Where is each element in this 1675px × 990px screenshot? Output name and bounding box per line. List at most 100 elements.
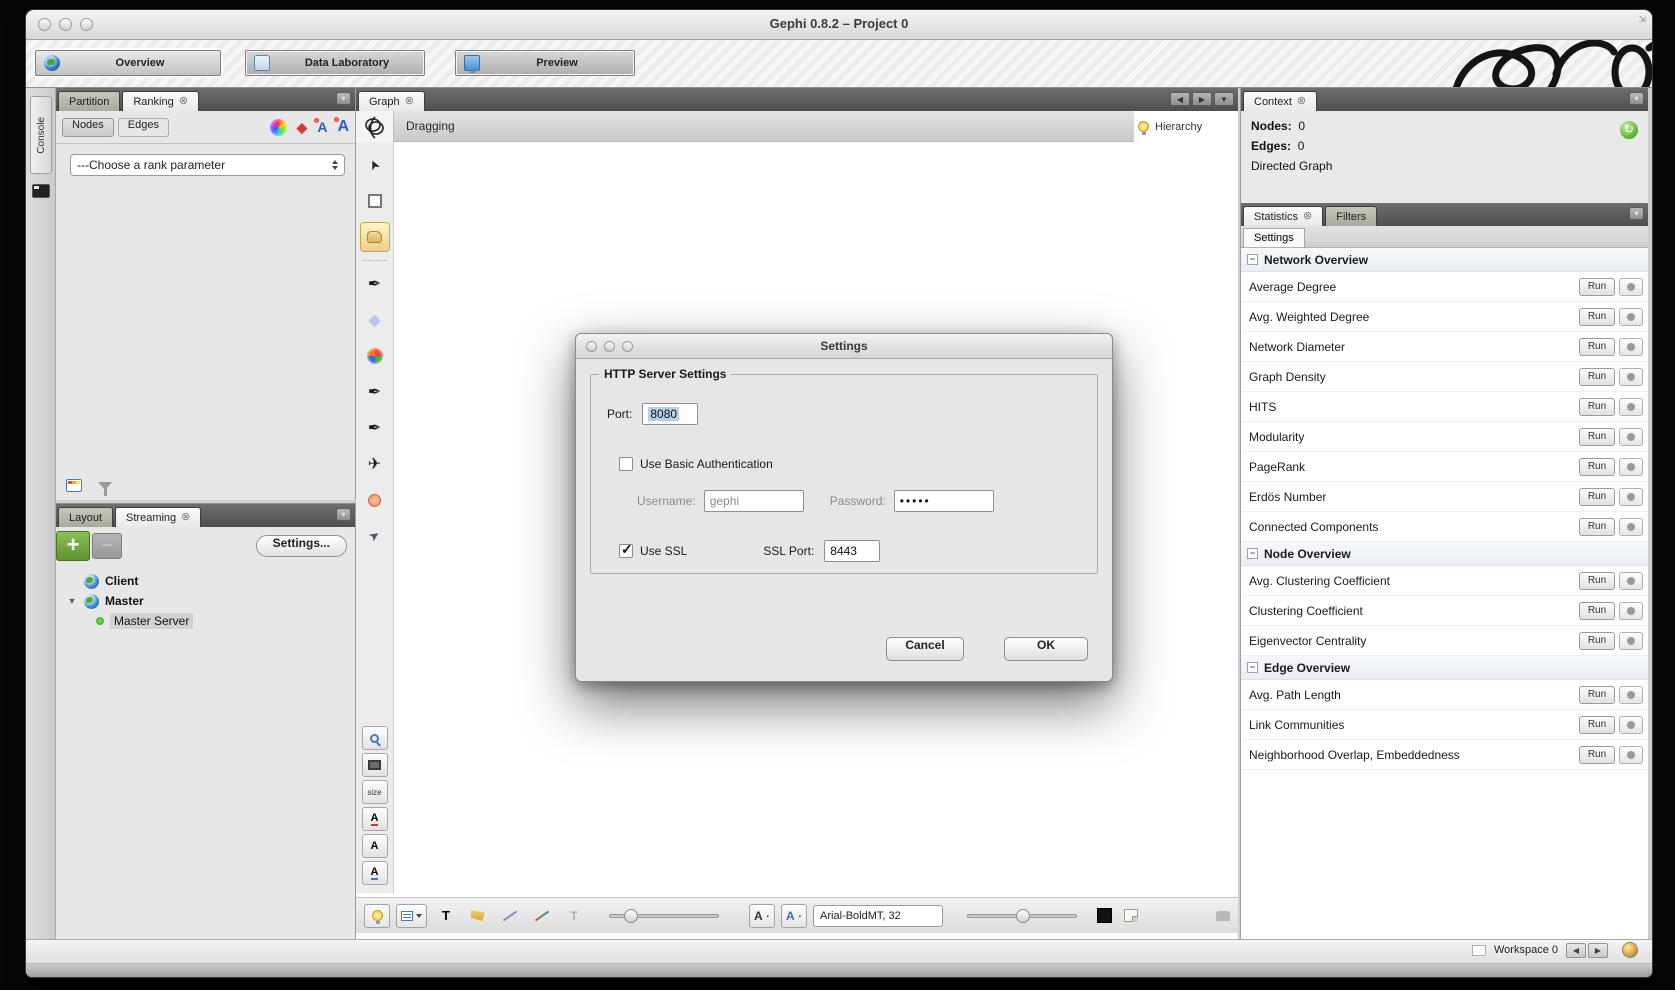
label-size-mode-button[interactable]: A — [362, 834, 388, 858]
brush-tool-button[interactable]: ✒ — [360, 413, 390, 443]
color-wheel-icon[interactable] — [270, 119, 287, 136]
tab-context[interactable]: Context ⊗ — [1243, 91, 1317, 111]
stat-info-button[interactable] — [1619, 488, 1643, 506]
run-button[interactable]: Run — [1579, 428, 1615, 446]
font-field[interactable]: Arial-BoldMT, 32 — [813, 905, 943, 927]
label-size-icon[interactable]: A — [337, 119, 349, 135]
minimize-panel-icon[interactable]: ▾ — [336, 508, 351, 521]
cancel-button[interactable]: Cancel — [886, 637, 964, 661]
data-laboratory-perspective-button[interactable]: Data Laboratory — [245, 50, 425, 76]
hierarchy-zone[interactable]: Hierarchy — [1134, 111, 1238, 142]
stats-section-header[interactable]: −Network Overview — [1241, 248, 1648, 272]
rectangle-select-tool-button[interactable] — [360, 186, 390, 216]
next-workspace-button[interactable]: ▶ — [1588, 943, 1608, 958]
disclosure-triangle-icon[interactable]: ▼ — [66, 596, 78, 606]
apply-color-tool-button[interactable] — [360, 341, 390, 371]
drag-tool-button[interactable] — [360, 222, 390, 252]
ok-button[interactable]: OK — [1004, 637, 1088, 661]
sizer-tool-button[interactable]: ✒ — [360, 377, 390, 407]
console-tab[interactable]: Console — [30, 96, 52, 174]
dialog-minimize-button[interactable] — [604, 341, 615, 352]
slider-thumb[interactable] — [1016, 909, 1030, 923]
close-tab-icon[interactable]: ⊗ — [1297, 96, 1306, 107]
stats-section-header[interactable]: −Edge Overview — [1241, 656, 1648, 680]
stat-info-button[interactable] — [1619, 428, 1643, 446]
tab-list-button[interactable]: ▼ — [1214, 92, 1234, 106]
edge-color-button[interactable] — [529, 904, 555, 928]
run-button[interactable]: Run — [1579, 398, 1615, 416]
stat-info-button[interactable] — [1619, 338, 1643, 356]
remove-stream-button[interactable]: − — [92, 533, 122, 559]
minimize-panel-icon[interactable]: ▾ — [1629, 92, 1644, 105]
preview-perspective-button[interactable]: Preview — [455, 50, 635, 76]
node-pencil-tool-button[interactable] — [360, 485, 390, 515]
scroll-tabs-right-button[interactable]: ▶ — [1192, 92, 1212, 106]
run-button[interactable]: Run — [1579, 278, 1615, 296]
node-size-icon[interactable]: A — [317, 120, 327, 134]
labels-visibility-dropdown[interactable] — [396, 904, 427, 928]
stat-info-button[interactable] — [1619, 746, 1643, 764]
subtab-settings[interactable]: Settings — [1243, 228, 1305, 247]
edges-toggle-button[interactable]: Edges — [118, 118, 169, 137]
stat-info-button[interactable] — [1619, 398, 1643, 416]
tab-statistics[interactable]: Statistics ⊗ — [1243, 206, 1323, 226]
heat-map-tool-button[interactable]: ◆ — [360, 305, 390, 335]
run-button[interactable]: Run — [1579, 458, 1615, 476]
label-size-slider[interactable] — [967, 914, 1077, 918]
rank-parameter-dropdown[interactable]: ---Choose a rank parameter — [70, 154, 345, 176]
run-button[interactable]: Run — [1579, 338, 1615, 356]
run-button[interactable]: Run — [1579, 518, 1615, 536]
shortest-path-tool-button[interactable]: ✈ — [360, 449, 390, 479]
stat-info-button[interactable] — [1619, 368, 1643, 386]
run-button[interactable]: Run — [1579, 686, 1615, 704]
tab-ranking[interactable]: Ranking ⊗ — [122, 91, 199, 111]
edge-pencil-tool-button[interactable]: ➤ — [360, 521, 390, 551]
reset-colors-button[interactable] — [1118, 904, 1144, 928]
zoom-button[interactable] — [362, 726, 388, 750]
add-stream-button[interactable]: + — [56, 531, 90, 561]
stat-info-button[interactable] — [1619, 632, 1643, 650]
edge-weight-slider[interactable] — [609, 914, 719, 918]
close-tab-icon[interactable]: ⊗ — [405, 96, 414, 107]
scroll-tabs-left-button[interactable]: ◀ — [1170, 92, 1190, 106]
direct-select-tool-button[interactable]: ➤ — [360, 150, 390, 180]
ssl-port-field[interactable]: 8443 — [824, 540, 880, 562]
collapse-section-icon[interactable]: − — [1247, 254, 1258, 265]
tree-item-client[interactable]: Client — [66, 571, 355, 591]
collapse-section-icon[interactable]: − — [1247, 548, 1258, 559]
stat-info-button[interactable] — [1619, 458, 1643, 476]
run-button[interactable]: Run — [1579, 368, 1615, 386]
edge-visibility-button[interactable] — [497, 904, 523, 928]
painter-tool-button[interactable]: ✒ — [360, 269, 390, 299]
dialog-close-button[interactable] — [586, 341, 597, 352]
stat-info-button[interactable] — [1619, 278, 1643, 296]
label-fill-button[interactable] — [465, 904, 491, 928]
collapse-toolbar-icon[interactable] — [1216, 911, 1230, 921]
stat-info-button[interactable] — [1619, 518, 1643, 536]
node-labels-button[interactable]: T — [433, 904, 459, 928]
basic-auth-checkbox[interactable] — [619, 457, 633, 471]
node-size-mode-button[interactable]: size — [362, 780, 388, 804]
run-button[interactable]: Run — [1579, 602, 1615, 620]
overview-perspective-button[interactable]: Overview — [35, 50, 221, 76]
filter-funnel-icon[interactable] — [98, 482, 112, 490]
run-button[interactable]: Run — [1579, 716, 1615, 734]
text-size-mode-button[interactable]: T — [561, 904, 587, 928]
run-button[interactable]: Run — [1579, 572, 1615, 590]
terminal-icon[interactable] — [32, 184, 50, 198]
password-field[interactable]: ••••• — [894, 490, 994, 512]
network-globe-icon[interactable] — [1622, 942, 1638, 958]
gem-icon[interactable]: ◆ — [297, 120, 308, 134]
use-ssl-checkbox[interactable] — [619, 544, 633, 558]
previous-workspace-button[interactable]: ◀ — [1566, 943, 1586, 958]
ranking-result-icon[interactable] — [66, 479, 82, 492]
run-button[interactable]: Run — [1579, 632, 1615, 650]
refresh-context-icon[interactable]: ↻ — [1620, 121, 1638, 139]
edge-font-color-button[interactable]: A· — [781, 904, 807, 928]
run-button[interactable]: Run — [1579, 308, 1615, 326]
tab-layout[interactable]: Layout — [58, 507, 113, 527]
username-field[interactable]: gephi — [704, 490, 804, 512]
stat-info-button[interactable] — [1619, 716, 1643, 734]
close-tab-icon[interactable]: ⊗ — [181, 512, 190, 523]
tab-graph[interactable]: Graph ⊗ — [358, 91, 425, 111]
